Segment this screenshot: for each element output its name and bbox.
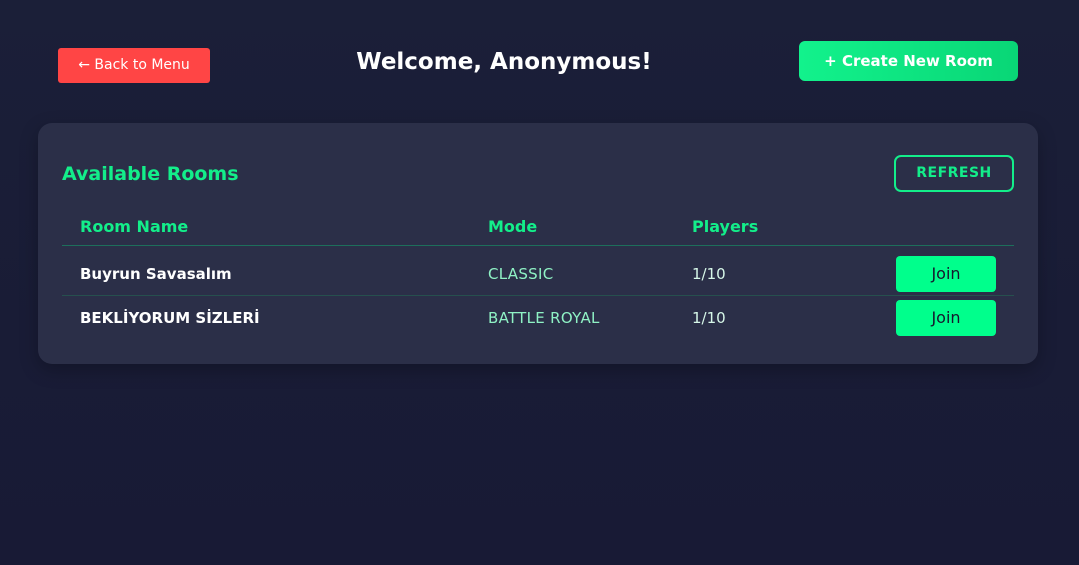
back-to-menu-button[interactable]: ← Back to Menu: [58, 48, 210, 83]
room-name: Buyrun Savasalım: [80, 265, 232, 283]
table-row: Buyrun Savasalım CLASSIC 1/10 Join: [62, 252, 1014, 296]
available-rooms-panel: Available Rooms REFRESH Room Name Mode P…: [38, 123, 1038, 364]
room-mode: BATTLE ROYAL: [488, 309, 600, 327]
room-players: 1/10: [692, 265, 726, 283]
table-row: BEKLİYORUM SİZLERİ BATTLE ROYAL 1/10 Joi…: [62, 296, 1014, 340]
room-players: 1/10: [692, 309, 726, 327]
column-header-players: Players: [692, 217, 759, 236]
room-name: BEKLİYORUM SİZLERİ: [80, 309, 260, 327]
room-mode: CLASSIC: [488, 265, 554, 283]
join-room-button[interactable]: Join: [896, 300, 996, 336]
top-bar: ← Back to Menu Welcome, Anonymous! + Cre…: [0, 0, 1079, 120]
column-header-room-name: Room Name: [80, 217, 189, 236]
welcome-title: Welcome, Anonymous!: [356, 49, 652, 75]
table-header: Room Name Mode Players: [62, 215, 1014, 246]
join-room-button[interactable]: Join: [896, 256, 996, 292]
column-header-mode: Mode: [488, 217, 538, 236]
refresh-button[interactable]: REFRESH: [894, 155, 1014, 192]
create-new-room-button[interactable]: + Create New Room: [799, 41, 1018, 81]
panel-title: Available Rooms: [62, 163, 239, 185]
